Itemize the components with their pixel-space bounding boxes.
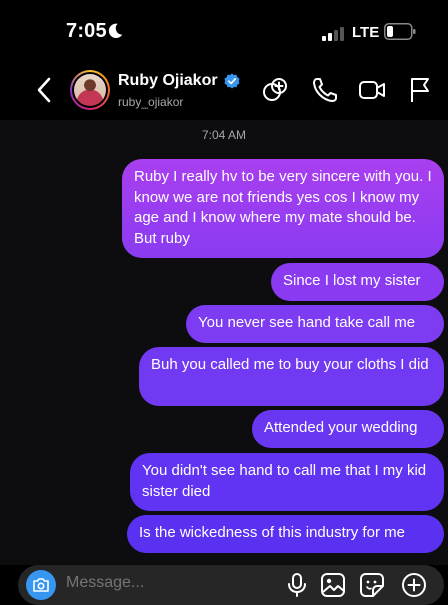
video-call-icon[interactable] xyxy=(358,76,386,104)
message-bubble[interactable]: Ruby I really hv to be very sincere with… xyxy=(122,159,444,258)
moon-icon xyxy=(108,23,123,39)
sticker-icon[interactable] xyxy=(359,572,385,598)
add-icon[interactable] xyxy=(401,572,427,598)
message-timestamp: 7:04 AM xyxy=(201,128,247,142)
contact-username: ruby_ojiakor xyxy=(118,95,184,109)
signal-icon xyxy=(322,27,344,41)
message-bubble[interactable]: You didn't see hand to call me that I my… xyxy=(130,453,444,511)
message-bubble[interactable]: You never see hand take call me xyxy=(186,305,444,343)
back-arrow-icon[interactable] xyxy=(36,76,52,104)
camera-button[interactable] xyxy=(26,570,56,600)
battery-icon xyxy=(384,23,416,40)
verified-badge-icon xyxy=(224,73,240,89)
message-bubble[interactable]: Is the wickedness of this industry for m… xyxy=(127,515,444,553)
message-bubble[interactable]: Buh you called me to buy your cloths I d… xyxy=(139,347,444,406)
avatar-image xyxy=(74,74,106,106)
microphone-icon[interactable] xyxy=(284,572,310,598)
status-bar: 7:05 LTE xyxy=(0,0,448,62)
message-composer xyxy=(18,565,444,605)
add-reminder-icon[interactable] xyxy=(261,76,289,104)
report-flag-icon[interactable] xyxy=(406,76,434,104)
avatar[interactable] xyxy=(70,70,110,110)
network-label: LTE xyxy=(352,24,380,41)
camera-icon xyxy=(33,578,49,592)
message-input[interactable] xyxy=(66,574,246,592)
status-time: 7:05 xyxy=(66,20,107,42)
chat-thread[interactable]: 7:04 AM Ruby I really hv to be very sinc… xyxy=(0,120,448,565)
phone-call-icon[interactable] xyxy=(311,76,339,104)
contact-name[interactable]: Ruby Ojiakor xyxy=(118,72,218,90)
message-bubble[interactable]: Since I lost my sister xyxy=(271,263,444,301)
message-bubble[interactable]: Attended your wedding xyxy=(252,410,444,448)
chat-header: Ruby Ojiakor ruby_ojiakor xyxy=(0,62,448,120)
gallery-icon[interactable] xyxy=(320,572,346,598)
